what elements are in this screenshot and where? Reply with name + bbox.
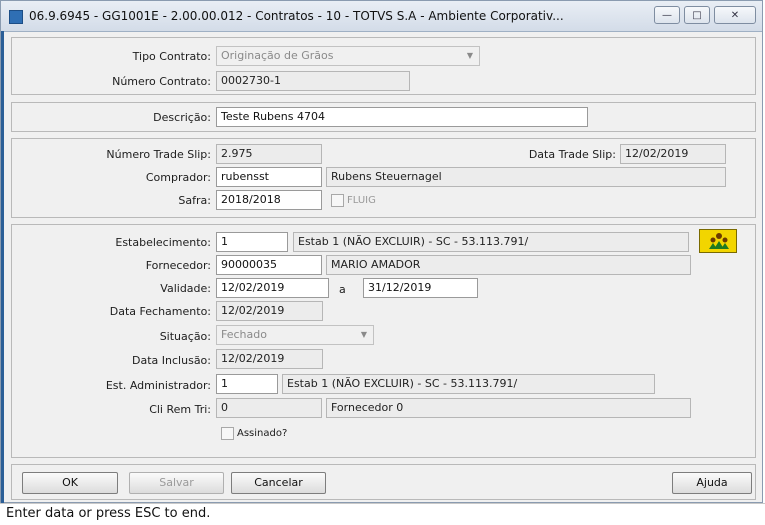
- validade-start-input[interactable]: 12/02/2019: [216, 278, 329, 298]
- validade-label: Validade:: [160, 282, 211, 295]
- close-button[interactable]: ✕: [714, 6, 756, 24]
- window-title: 06.9.6945 - GG1001E - 2.00.00.012 - Cont…: [29, 9, 564, 23]
- estabelecimento-name-field[interactable]: Estab 1 (NÃO EXCLUIR) - SC - 53.113.791/: [293, 232, 689, 252]
- button-bar: [11, 464, 756, 500]
- assinado-checkbox[interactable]: [221, 427, 234, 440]
- status-bar: Enter data or press ESC to end.: [0, 503, 765, 525]
- descricao-input[interactable]: Teste Rubens 4704: [216, 107, 588, 127]
- close-icon: ✕: [730, 10, 740, 21]
- numero-trade-slip-label: Número Trade Slip:: [106, 148, 211, 161]
- maximize-button[interactable]: □: [684, 6, 710, 24]
- chevron-down-icon: ▼: [466, 51, 473, 60]
- ok-button[interactable]: OK: [22, 472, 118, 494]
- situacao-label: Situação:: [159, 330, 211, 343]
- fluig-checkbox[interactable]: [331, 194, 344, 207]
- maximize-icon: □: [692, 10, 702, 21]
- numero-trade-slip-field[interactable]: 2.975: [216, 144, 322, 164]
- people-search-icon: [709, 233, 729, 249]
- cli-rem-tri-label: Cli Rem Tri:: [149, 403, 211, 416]
- fornecedor-code-input[interactable]: 90000035: [216, 255, 322, 275]
- validade-end-input[interactable]: 31/12/2019: [363, 278, 478, 298]
- situacao-select[interactable]: Fechado ▼: [216, 325, 374, 345]
- descricao-label: Descrição:: [153, 111, 211, 124]
- est-administrador-name-field[interactable]: Estab 1 (NÃO EXCLUIR) - SC - 53.113.791/: [282, 374, 655, 394]
- cli-rem-tri-code-field[interactable]: 0: [216, 398, 322, 418]
- situacao-value: Fechado: [221, 328, 267, 341]
- status-text: Enter data or press ESC to end.: [6, 506, 211, 521]
- minimize-button[interactable]: —: [654, 6, 680, 24]
- numero-contrato-label: Número Contrato:: [112, 75, 211, 88]
- tipo-contrato-value: Originação de Grãos: [221, 49, 334, 62]
- safra-label: Safra:: [178, 194, 211, 207]
- comprador-label: Comprador:: [145, 171, 211, 184]
- minimize-icon: —: [662, 10, 672, 21]
- validade-separator: a: [339, 283, 346, 296]
- chevron-down-icon: ▼: [360, 330, 367, 339]
- comprador-name-field[interactable]: Rubens Steuernagel: [326, 167, 726, 187]
- tipo-contrato-select[interactable]: Originação de Grãos ▼: [216, 46, 480, 66]
- cli-rem-tri-name-field[interactable]: Fornecedor 0: [326, 398, 691, 418]
- side-strip: [1, 31, 4, 504]
- data-trade-slip-field[interactable]: 12/02/2019: [620, 144, 726, 164]
- zoom-button[interactable]: [699, 229, 737, 253]
- salvar-button[interactable]: Salvar: [129, 472, 224, 494]
- data-trade-slip-label: Data Trade Slip:: [528, 148, 616, 161]
- estabelecimento-code-input[interactable]: 1: [216, 232, 288, 252]
- data-inclusao-field[interactable]: 12/02/2019: [216, 349, 323, 369]
- title-bar[interactable]: 06.9.6945 - GG1001E - 2.00.00.012 - Cont…: [1, 1, 762, 32]
- fornecedor-name-field[interactable]: MARIO AMADOR: [326, 255, 691, 275]
- fluig-label: FLUIG: [347, 195, 376, 206]
- assinado-label: Assinado?: [237, 428, 288, 439]
- est-administrador-label: Est. Administrador:: [105, 379, 211, 392]
- comprador-code-input[interactable]: rubensst: [216, 167, 322, 187]
- data-inclusao-label: Data Inclusão:: [132, 354, 211, 367]
- numero-contrato-field[interactable]: 0002730-1: [216, 71, 410, 91]
- data-fechamento-field[interactable]: 12/02/2019: [216, 301, 323, 321]
- est-administrador-code-input[interactable]: 1: [216, 374, 278, 394]
- tipo-contrato-label: Tipo Contrato:: [132, 50, 211, 63]
- safra-input[interactable]: 2018/2018: [216, 190, 322, 210]
- data-fechamento-label: Data Fechamento:: [109, 305, 211, 318]
- fornecedor-label: Fornecedor:: [145, 259, 211, 272]
- cancelar-button[interactable]: Cancelar: [231, 472, 326, 494]
- ajuda-button[interactable]: Ajuda: [672, 472, 752, 494]
- app-icon: [9, 10, 23, 24]
- main-window: 06.9.6945 - GG1001E - 2.00.00.012 - Cont…: [0, 0, 763, 504]
- estabelecimento-label: Estabelecimento:: [115, 236, 211, 249]
